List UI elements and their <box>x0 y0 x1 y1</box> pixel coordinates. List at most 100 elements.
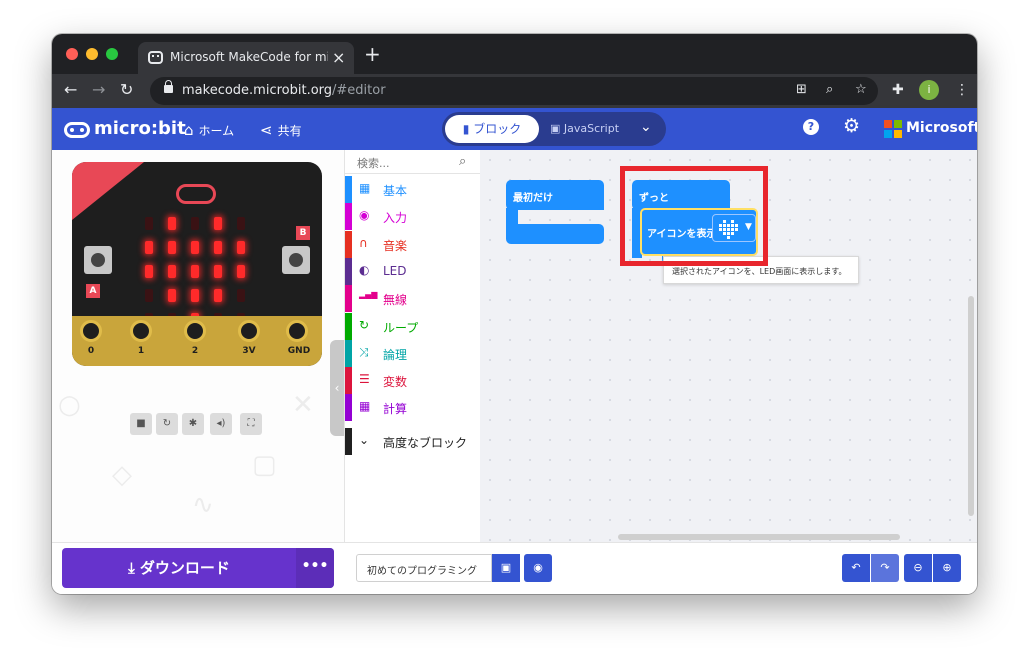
pin-label: 2 <box>191 346 199 356</box>
new-tab-button[interactable]: + <box>364 42 381 66</box>
blocks-tab-label: ブロック <box>473 122 522 136</box>
github-icon[interactable]: ◉ <box>524 554 552 582</box>
browser-tab[interactable]: Microsoft MakeCode for micro:bit × <box>138 42 354 74</box>
pin-1[interactable] <box>130 320 152 342</box>
shuffle-icon: ⤨ <box>359 344 369 359</box>
microsoft-brand-label[interactable]: Microsoft <box>906 120 977 136</box>
category-item[interactable]: ◐ LED <box>345 257 481 285</box>
back-icon[interactable]: ← <box>64 80 77 99</box>
url-path: /#editor <box>332 83 386 98</box>
background-doodle: ✕ <box>292 390 314 420</box>
undo-icon[interactable]: ↶ <box>842 554 870 582</box>
search-input[interactable]: 検索... <box>357 155 390 171</box>
extensions-icon[interactable]: ✚ <box>892 82 904 98</box>
category-item[interactable]: ▦ 基本 <box>345 176 481 203</box>
target-icon: ◉ <box>359 208 370 223</box>
category-color-bar <box>345 312 352 340</box>
category-color-bar <box>345 367 352 395</box>
category-item[interactable]: ☰ 変数 <box>345 367 481 395</box>
microbit-logo-icon[interactable] <box>64 122 90 138</box>
led-pixel <box>145 217 153 230</box>
forward-icon[interactable]: → <box>92 80 105 99</box>
led-pixel <box>214 241 222 254</box>
microsoft-logo-icon[interactable] <box>884 120 902 138</box>
category-item[interactable]: ∩ 音楽 <box>345 230 481 258</box>
redo-icon[interactable]: ↷ <box>871 554 899 582</box>
led-pixel <box>191 217 199 230</box>
button-b-label: B <box>296 226 310 240</box>
settings-gear-icon[interactable]: ⚙ <box>843 115 860 137</box>
led-pixel <box>145 265 153 278</box>
search-icon[interactable]: ⌕ <box>459 154 466 169</box>
fullscreen-icon[interactable]: ⛶ <box>240 413 262 435</box>
pin-label: GND <box>287 346 311 356</box>
category-item[interactable]: ↻ ループ <box>345 312 481 340</box>
maximize-window-button[interactable] <box>106 48 118 60</box>
more-options-button[interactable]: ••• <box>296 548 334 588</box>
save-icon[interactable]: ▣ <box>492 554 520 582</box>
close-window-button[interactable] <box>66 48 78 60</box>
advanced-category[interactable]: ⌄ 高度なブロック <box>345 428 481 455</box>
category-label: LED <box>383 263 407 278</box>
minimize-window-button[interactable] <box>86 48 98 60</box>
vertical-scrollbar[interactable] <box>968 296 974 516</box>
logo-text[interactable]: micro:bit <box>94 118 186 139</box>
restart-icon[interactable]: ↻ <box>156 413 178 435</box>
project-name-input[interactable]: 初めてのプログラミング <box>356 554 492 582</box>
button-b[interactable] <box>282 246 310 274</box>
reload-icon[interactable]: ↻ <box>120 80 133 99</box>
javascript-tab[interactable]: ▣ JavaScript <box>550 112 619 146</box>
pin-label: 3V <box>242 346 256 356</box>
bookmark-star-icon[interactable]: ☆ <box>855 82 867 97</box>
url-text[interactable]: makecode.microbit.org/#editor <box>182 83 386 98</box>
board-corner-graphic <box>72 162 144 220</box>
share-button[interactable]: ⋖ 共有 <box>260 121 302 139</box>
zoom-icon[interactable]: ⌕ <box>826 82 833 97</box>
language-dropdown-chevron-icon[interactable]: ⌄ <box>640 119 652 135</box>
category-item[interactable]: ▦ 計算 <box>345 394 481 422</box>
home-button[interactable]: ⌂ ホーム <box>184 121 234 139</box>
chevron-down-icon: ⌄ <box>359 433 370 447</box>
debug-icon[interactable]: ✱ <box>182 413 204 435</box>
tab-strip: Microsoft MakeCode for micro:bit × + <box>52 34 977 74</box>
category-item[interactable]: ◉ 入力 <box>345 203 481 231</box>
zoom-out-icon[interactable]: ⊖ <box>904 554 932 582</box>
led-pixel <box>237 265 245 278</box>
pin-2[interactable] <box>184 320 206 342</box>
js-file-icon: ▣ <box>550 122 564 135</box>
on-start-block[interactable]: 最初だけ <box>506 180 604 210</box>
address-bar[interactable]: makecode.microbit.org/#editor ⊞ ⌕ ☆ <box>150 77 878 105</box>
button-a-label: A <box>86 284 100 298</box>
button-a[interactable] <box>84 246 112 274</box>
pin-label: 1 <box>137 346 145 356</box>
javascript-tab-label: JavaScript <box>563 122 620 135</box>
led-pixel <box>214 265 222 278</box>
tab-title: Microsoft MakeCode for micro:bit <box>170 50 328 64</box>
tab-close-icon[interactable]: × <box>332 48 345 67</box>
pin-0[interactable] <box>80 320 102 342</box>
category-item[interactable]: ▂▄▆ 無線 <box>345 285 481 313</box>
toolbox: 検索... ⌕ ▦ 基本 ◉ 入力 ∩ 音楽 ◐ LED ▂▄▆ 無線 ↻ ループ ⤨ 論理 ☰ 変数 ▦ 計算 … <box>344 150 481 542</box>
mute-icon[interactable]: ◂) <box>210 413 232 435</box>
microbit-board[interactable]: A B 0 1 2 3V GND <box>72 162 322 366</box>
led-pixel <box>191 289 199 302</box>
stop-icon[interactable]: ■ <box>130 413 152 435</box>
background-doodle: ∿ <box>192 490 214 520</box>
browser-menu-icon[interactable]: ⋮ <box>955 82 969 98</box>
download-button[interactable]: ⤓ ダウンロード <box>62 548 296 588</box>
toolbox-search[interactable]: 検索... ⌕ <box>345 150 481 174</box>
category-item[interactable]: ⤨ 論理 <box>345 339 481 367</box>
collapse-simulator-chevron-icon[interactable]: ‹ <box>330 340 344 436</box>
help-button[interactable]: ? <box>803 119 819 135</box>
profile-avatar[interactable]: i <box>919 80 939 100</box>
category-label: 無線 <box>383 293 408 308</box>
zoom-in-icon[interactable]: ⊕ <box>933 554 961 582</box>
category-label: 入力 <box>383 211 408 226</box>
category-color-bar <box>345 285 352 313</box>
pin-3v[interactable] <box>238 320 260 342</box>
translate-icon[interactable]: ⊞ <box>796 82 807 97</box>
pin-label: 0 <box>87 346 95 356</box>
horizontal-scrollbar[interactable] <box>618 534 900 540</box>
blocks-tab[interactable]: ▮ ブロック <box>445 115 539 143</box>
pin-gnd[interactable] <box>286 320 308 342</box>
